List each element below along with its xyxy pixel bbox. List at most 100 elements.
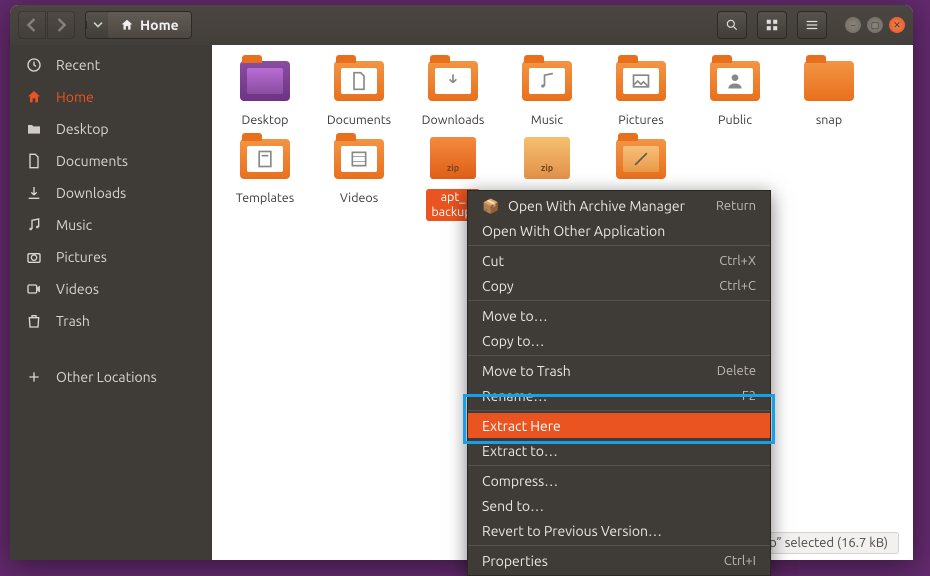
sidebar-item-desktop[interactable]: Desktop: [10, 113, 212, 145]
ctx-shortcut: Ctrl+I: [724, 554, 756, 568]
maximize-button[interactable]: ▢: [867, 17, 883, 33]
folder-videos[interactable]: Videos: [324, 137, 394, 221]
file-manager-window: Home – ▢ ✕ Recent: [10, 5, 913, 560]
folder-snap[interactable]: snap: [794, 59, 864, 127]
ctx-label: Copy to…: [482, 333, 544, 349]
folder-music[interactable]: Music: [512, 59, 582, 127]
sidebar-item-label: Recent: [56, 57, 100, 73]
ctx-separator: [468, 545, 770, 546]
ctx-separator: [468, 465, 770, 466]
sidebar-item-label: Music: [56, 217, 92, 233]
ctx-label: Copy: [482, 278, 514, 294]
template-icon: [255, 149, 275, 169]
ctx-shortcut: Delete: [717, 364, 756, 378]
ctx-label: Open With Other Application: [482, 223, 665, 239]
search-button[interactable]: [717, 11, 747, 39]
folder-public[interactable]: Public: [700, 59, 770, 127]
ctx-open-archive-manager[interactable]: 📦Open With Archive Manager Return: [468, 193, 770, 218]
ctx-label: Extract to…: [482, 443, 558, 459]
camera-icon: [26, 249, 42, 265]
film-icon: [349, 149, 369, 169]
ctx-move-to[interactable]: Move to…: [468, 303, 770, 328]
ctx-copy-to[interactable]: Copy to…: [468, 328, 770, 353]
sidebar-item-label: Documents: [56, 153, 128, 169]
file-label: Downloads: [418, 113, 488, 127]
file-label: Templates: [230, 191, 300, 205]
sidebar-item-label: Desktop: [56, 121, 109, 137]
ctx-label: Move to Trash: [482, 363, 571, 379]
file-label: Pictures: [606, 113, 676, 127]
sidebar-item-pictures[interactable]: Pictures: [10, 241, 212, 273]
person-icon: [725, 71, 745, 91]
folder-icon: [26, 121, 42, 137]
home-icon: [120, 18, 134, 32]
ctx-copy[interactable]: Copy Ctrl+C: [468, 273, 770, 298]
sidebar-item-label: Trash: [56, 313, 90, 329]
ctx-compress[interactable]: Compress…: [468, 468, 770, 493]
ctx-label: Send to…: [482, 498, 544, 514]
close-button[interactable]: ✕: [889, 17, 905, 33]
view-toggle-button[interactable]: [757, 11, 787, 39]
sidebar-item-other-locations[interactable]: Other Locations: [10, 361, 212, 393]
grid-icon: [765, 18, 779, 32]
nav-back-button[interactable]: [18, 11, 46, 39]
clock-icon: [26, 57, 42, 73]
chevron-left-icon: [26, 19, 38, 31]
folder-downloads[interactable]: Downloads: [418, 59, 488, 127]
sidebar-item-recent[interactable]: Recent: [10, 49, 212, 81]
folder-pictures[interactable]: Pictures: [606, 59, 676, 127]
ctx-extract-to[interactable]: Extract to…: [468, 438, 770, 463]
music-icon: [537, 71, 557, 91]
chevron-down-icon: [94, 21, 102, 29]
ctx-cut[interactable]: Cut Ctrl+X: [468, 248, 770, 273]
file-label: Videos: [324, 191, 394, 205]
minimize-button[interactable]: –: [845, 17, 861, 33]
video-icon: [26, 281, 42, 297]
sidebar-item-music[interactable]: Music: [10, 209, 212, 241]
ctx-label: Revert to Previous Version…: [482, 523, 662, 539]
path-segment-home[interactable]: Home: [108, 12, 191, 38]
home-icon: [26, 89, 42, 105]
ctx-open-other-app[interactable]: Open With Other Application: [468, 218, 770, 243]
file-label: Documents: [324, 113, 394, 127]
file-label: Music: [512, 113, 582, 127]
window-controls: – ▢ ✕: [845, 17, 905, 33]
ctx-separator: [468, 410, 770, 411]
folder-desktop[interactable]: Desktop: [230, 59, 300, 127]
ctx-shortcut: Ctrl+X: [719, 254, 756, 268]
folder-documents[interactable]: Documents: [324, 59, 394, 127]
plus-icon: [26, 369, 42, 385]
ctx-label: Properties: [482, 553, 548, 569]
ctx-shortcut: Ctrl+C: [719, 279, 756, 293]
nav-controls: Home: [18, 11, 192, 39]
sidebar-item-home[interactable]: Home: [10, 81, 212, 113]
zip-icon: [524, 137, 570, 179]
ctx-revert-previous[interactable]: Revert to Previous Version…: [468, 518, 770, 543]
ctx-properties[interactable]: Properties Ctrl+I: [468, 548, 770, 573]
ctx-separator: [468, 300, 770, 301]
path-label: Home: [140, 17, 179, 33]
hamburger-menu-button[interactable]: [797, 11, 827, 39]
file-label: Public: [700, 113, 770, 127]
ctx-separator: [468, 355, 770, 356]
window-body: Recent Home Desktop Documents Downloads …: [10, 45, 913, 560]
sidebar-item-trash[interactable]: Trash: [10, 305, 212, 337]
folder-templates[interactable]: Templates: [230, 137, 300, 221]
document-icon: [26, 153, 42, 169]
sidebar-item-label: Home: [56, 89, 94, 105]
sidebar-item-documents[interactable]: Documents: [10, 145, 212, 177]
ctx-rename[interactable]: Rename… F2: [468, 383, 770, 408]
titlebar: Home – ▢ ✕: [10, 5, 913, 45]
path-history-button[interactable]: [86, 21, 108, 29]
music-icon: [26, 217, 42, 233]
search-icon: [725, 18, 739, 32]
ctx-send-to[interactable]: Send to…: [468, 493, 770, 518]
sidebar-item-label: Videos: [56, 281, 99, 297]
nav-forward-button[interactable]: [47, 11, 75, 39]
sidebar-item-downloads[interactable]: Downloads: [10, 177, 212, 209]
download-icon: [26, 185, 42, 201]
sidebar-item-videos[interactable]: Videos: [10, 273, 212, 305]
ctx-extract-here[interactable]: Extract Here: [468, 413, 770, 438]
ctx-move-to-trash[interactable]: Move to Trash Delete: [468, 358, 770, 383]
path-bar: Home: [85, 11, 192, 39]
